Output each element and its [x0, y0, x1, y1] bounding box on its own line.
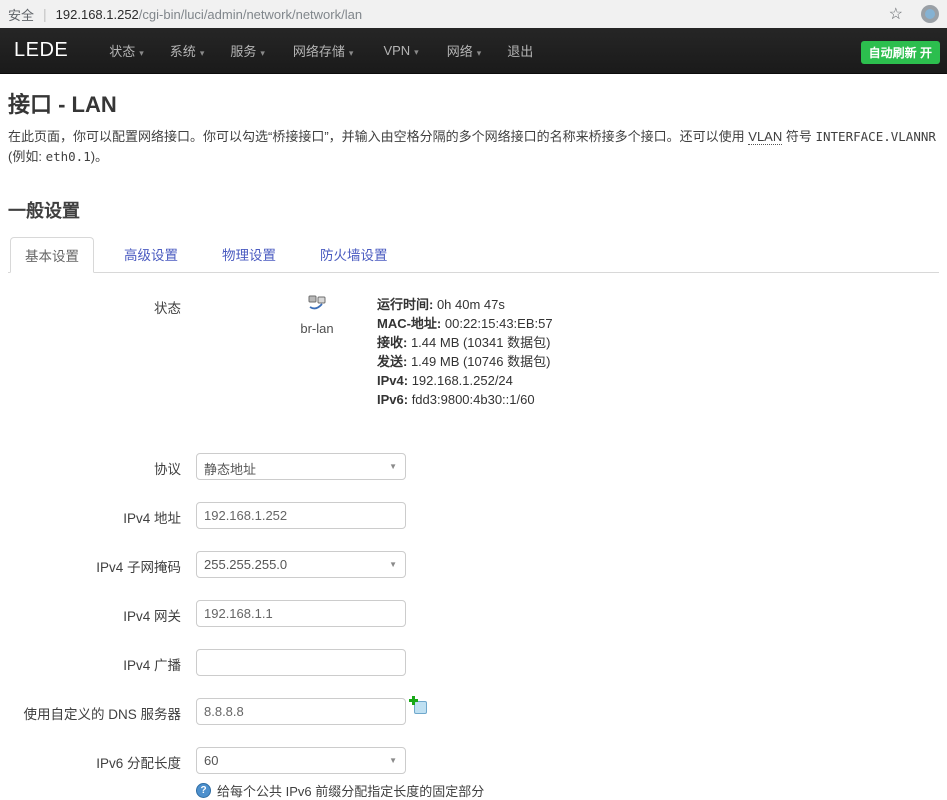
status-line-mac: MAC-地址: 00:22:15:43:EB:57 [377, 314, 553, 333]
page-title: 接口 - LAN [8, 87, 939, 119]
nav-item-vpn[interactable]: VPN▾ [368, 33, 433, 68]
tab-advanced-settings[interactable]: 高级设置 [110, 237, 192, 273]
ipv4-gateway-input[interactable] [196, 600, 406, 627]
select-caret-icon: ▼ [389, 462, 397, 471]
form-row-ipv4-broadcast: IPv4 广播 [8, 649, 939, 676]
ipv4-netmask-label: IPv4 子网掩码 [8, 551, 196, 578]
ipv6-assignment-label: IPv6 分配长度 [8, 747, 196, 800]
form-row-custom-dns: 使用自定义的 DNS 服务器 [8, 698, 939, 725]
app-navbar: LEDE 状态▾ 系统▾ 服务▾ 网络存储▾ VPN▾ 网络▾ 退出 自动刷新 … [0, 28, 947, 74]
chevron-down-icon: ▾ [349, 48, 354, 58]
auto-refresh-toggle[interactable]: 自动刷新 开 [861, 41, 940, 64]
form-row-status: 状态 br-lan 运行时间: 0h 40m 47s MAC-地址: 00:22… [8, 295, 939, 409]
code-interface-vlannr: INTERFACE.VLANNR [815, 129, 935, 144]
status-line-tx: 发送: 1.49 MB (10746 数据包) [377, 352, 553, 371]
nav-item-network-storage[interactable]: 网络存储▾ [278, 31, 369, 70]
bookmark-star-icon[interactable]: ☆ [889, 4, 903, 24]
help-icon: ? [196, 783, 211, 798]
brand-logo: LEDE [14, 39, 68, 62]
tab-basic-settings[interactable]: 基本设置 [10, 237, 94, 273]
chevron-down-icon: ▾ [139, 48, 144, 58]
nav-item-logout[interactable]: 退出 [494, 31, 546, 70]
status-line-uptime: 运行时间: 0h 40m 47s [377, 295, 553, 314]
chevron-down-icon: ▾ [477, 48, 482, 58]
nav-item-system[interactable]: 系统▾ [157, 31, 218, 70]
form-row-ipv4-gateway: IPv4 网关 [8, 600, 939, 627]
profile-avatar[interactable] [921, 5, 939, 23]
ipv4-address-label: IPv4 地址 [8, 502, 196, 529]
ipv6-assignment-field: 60 ▼ ? 给每个公共 IPv6 前缀分配指定长度的固定部分 [196, 747, 484, 800]
plus-glyph [409, 696, 418, 705]
vlan-abbr: VLAN [748, 129, 782, 145]
status-line-rx: 接收: 1.44 MB (10341 数据包) [377, 333, 553, 352]
ipv4-broadcast-input[interactable] [196, 649, 406, 676]
chevron-down-icon: ▾ [260, 48, 265, 58]
tab-physical-settings[interactable]: 物理设置 [208, 237, 290, 273]
url-field[interactable]: 192.168.1.252/cgi-bin/luci/admin/network… [56, 7, 889, 22]
ipv4-gateway-label: IPv4 网关 [8, 600, 196, 627]
tab-firewall-settings[interactable]: 防火墙设置 [306, 237, 402, 273]
select-caret-icon: ▼ [389, 560, 397, 569]
browser-address-bar[interactable]: 安全 | 192.168.1.252/cgi-bin/luci/admin/ne… [0, 0, 947, 28]
url-host: 192.168.1.252 [56, 7, 139, 22]
section-heading-general-settings: 一般设置 [8, 197, 939, 223]
nav-item-services[interactable]: 服务▾ [217, 31, 278, 70]
nav-item-network[interactable]: 网络▾ [434, 31, 495, 70]
custom-dns-label: 使用自定义的 DNS 服务器 [8, 698, 196, 725]
protocol-label: 协议 [8, 453, 196, 480]
status-label: 状态 [8, 295, 196, 409]
ipv4-broadcast-label: IPv4 广播 [8, 649, 196, 676]
status-device-block: br-lan [291, 295, 343, 409]
status-field: br-lan 运行时间: 0h 40m 47s MAC-地址: 00:22:15… [196, 295, 553, 409]
bridge-interface-icon [307, 295, 327, 310]
nav-item-status[interactable]: 状态▾ [96, 31, 157, 70]
ipv6-assignment-hint: ? 给每个公共 IPv6 前缀分配指定长度的固定部分 [196, 781, 484, 800]
address-separator: | [43, 6, 47, 22]
chevron-down-icon: ▾ [200, 48, 205, 58]
chevron-down-icon: ▾ [414, 47, 419, 57]
avatar-inner-circle [925, 9, 935, 19]
settings-tab-bar: 基本设置 高级设置 物理设置 防火墙设置 [8, 237, 939, 273]
add-dns-entry-icon[interactable] [409, 696, 427, 714]
custom-dns-field [196, 698, 427, 725]
url-path: /cgi-bin/luci/admin/network/network/lan [139, 7, 362, 22]
page-content: 接口 - LAN 在此页面，你可以配置网络接口。你可以勾选“桥接接口”，并输入由… [0, 74, 947, 800]
form-row-ipv4-address: IPv4 地址 [8, 502, 939, 529]
custom-dns-input[interactable] [196, 698, 406, 725]
device-name: br-lan [291, 321, 343, 336]
ipv4-address-input[interactable] [196, 502, 406, 529]
form-row-ipv4-netmask: IPv4 子网掩码 255.255.255.0 ▼ [8, 551, 939, 578]
code-eth-example: eth0.1 [46, 149, 91, 164]
interface-settings-form: 状态 br-lan 运行时间: 0h 40m 47s MAC-地址: 00:22… [8, 295, 939, 800]
protocol-select[interactable]: 静态地址 ▼ [196, 453, 406, 480]
status-line-ipv6: IPv6: fdd3:9800:4b30::1/60 [377, 390, 553, 409]
form-row-protocol: 协议 静态地址 ▼ [8, 453, 939, 480]
status-info: 运行时间: 0h 40m 47s MAC-地址: 00:22:15:43:EB:… [377, 295, 553, 409]
ipv4-netmask-select[interactable]: 255.255.255.0 ▼ [196, 551, 406, 578]
form-row-ipv6-assignment: IPv6 分配长度 60 ▼ ? 给每个公共 IPv6 前缀分配指定长度的固定部… [8, 747, 939, 800]
status-line-ipv4: IPv4: 192.168.1.252/24 [377, 371, 553, 390]
security-indicator: 安全 [8, 5, 34, 24]
page-description: 在此页面，你可以配置网络接口。你可以勾选“桥接接口”，并输入由空格分隔的多个网络… [8, 127, 939, 167]
